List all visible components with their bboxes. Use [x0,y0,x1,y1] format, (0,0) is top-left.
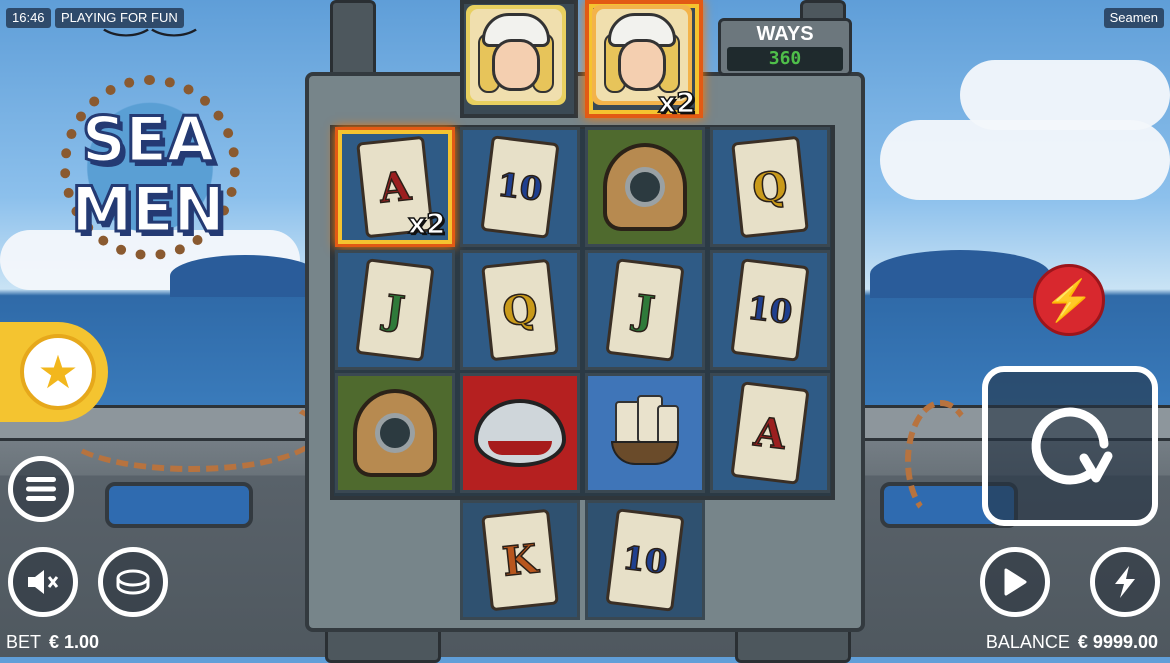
reel-cell [335,373,455,493]
game-logo: SEA MEN [40,75,255,265]
play-icon [1004,568,1027,596]
diving-helmet-icon [353,389,437,477]
reel-cell: Q [710,127,830,247]
multiplier-label: x2 [657,85,696,120]
rope [905,400,977,522]
bet-label: BET [6,632,42,652]
reel-cell [585,127,705,247]
menu-button[interactable] [8,456,74,522]
diving-helmet-icon [603,143,687,231]
bet-value: € 1.00 [49,632,100,652]
reel-cell: J [585,250,705,370]
spin-button[interactable] [982,366,1158,526]
shark-icon [474,399,566,467]
reel-cell [585,373,705,493]
symbol-card: K [481,508,559,612]
balance-value: € 9999.00 [1077,632,1158,652]
reel-cell: 10 [710,250,830,370]
spin-icon [1031,407,1113,485]
quick-spin-button[interactable]: ⚡ [1033,264,1105,336]
symbol-card: 10 [605,508,685,612]
logo-line1: SEA [80,102,216,178]
cloud [880,120,1170,200]
symbol-card: 10 [480,135,560,239]
deck-hatch [105,482,253,528]
reel-cell: 10 [460,127,580,247]
rope [60,390,322,472]
multiplier-label: x2 [407,206,446,241]
island [870,250,1050,298]
symbol-card: Q [731,135,809,239]
reel-cell: Q [460,250,580,370]
reel-cell [460,373,580,493]
symbol-card: A [730,381,810,485]
favorites-button[interactable]: ★ [0,322,108,422]
play-mode-badge: PLAYING FOR FUN [55,8,184,28]
turbo-button[interactable] [1090,547,1160,617]
ways-counter: WAYS 360 [718,18,852,76]
game-name-badge: Seamen [1103,8,1164,28]
reel-cell: A [710,373,830,493]
symbol-card: 10 [730,258,810,362]
reel-cell: J [335,250,455,370]
symbol-card: J [605,258,685,362]
coin-icon [116,569,150,595]
lightning-icon: ⚡ [1044,278,1094,323]
logo-line2: MEN [70,172,227,248]
menu-icon [26,477,56,501]
autoplay-button[interactable] [980,547,1050,617]
reel-cell-bottom: K [460,500,580,620]
ship-icon [607,395,683,471]
seagull-icon: ︶︶ [102,28,198,61]
reel-cell-bottom: 10 [585,500,705,620]
symbol-card: Q [481,258,559,362]
ways-value: 360 [727,47,843,71]
balance-display: BALANCE € 9999.00 [986,632,1158,653]
bet-display: BET € 1.00 [6,632,99,653]
star-icon: ★ [20,334,96,410]
symbol-sailor-girl [466,5,566,105]
cloud [960,60,1170,130]
turbo-icon [1115,566,1135,598]
sound-button[interactable] [8,547,78,617]
mute-icon [28,570,59,594]
ways-label: WAYS [756,23,814,45]
balance-label: BALANCE [985,632,1070,652]
bet-button[interactable] [98,547,168,617]
clock: 16:46 [6,8,51,28]
symbol-card: J [355,258,435,362]
